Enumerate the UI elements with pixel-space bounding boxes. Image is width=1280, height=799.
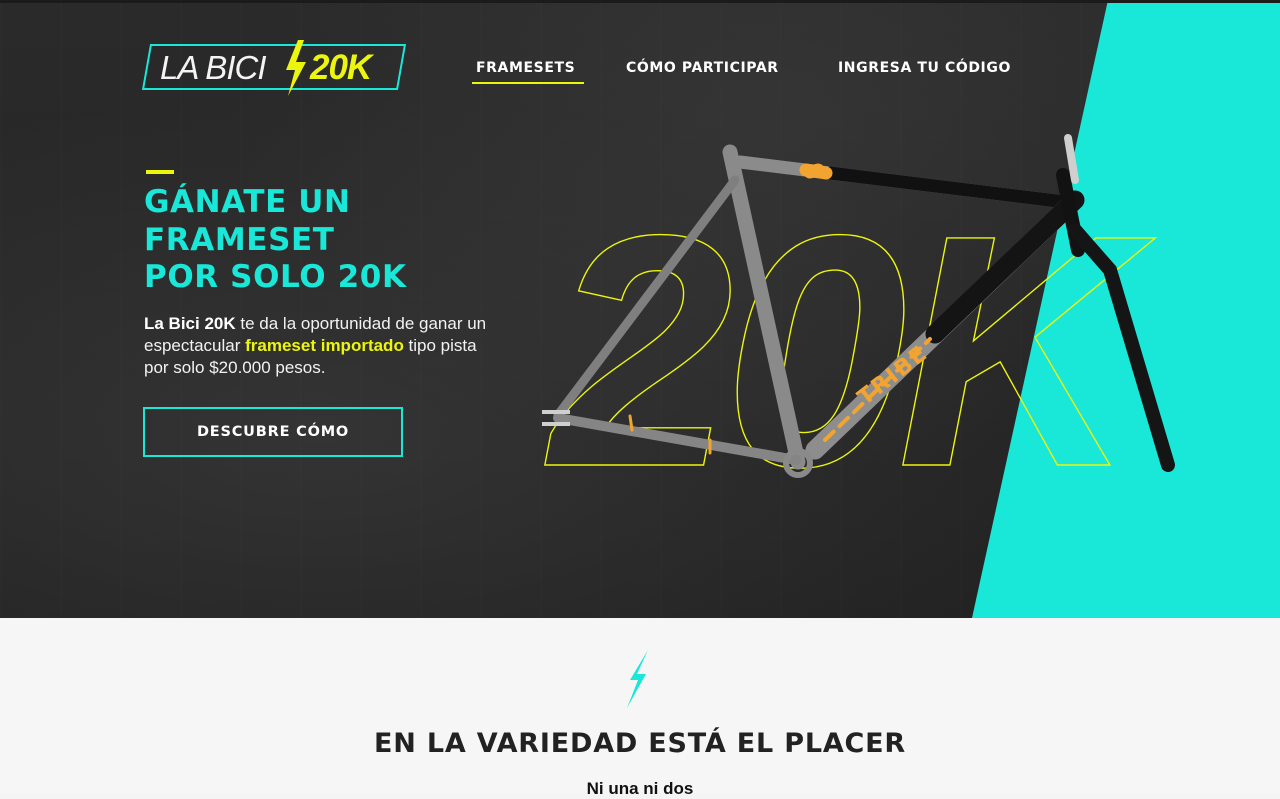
nav-label: FRAMESETS [476,60,576,76]
logo-bolt-icon [286,40,306,96]
hero-intro-text: La Bici 20K te da la oportunidad de gana… [144,313,504,379]
nav-item-como-participar[interactable]: CÓMO PARTICIPAR [626,60,779,76]
logo-number: 20K [310,48,372,87]
nav-label: CÓMO PARTICIPAR [626,60,779,76]
intro-highlight: frameset importado [245,336,404,355]
intro-brand: La Bici 20K [144,314,236,333]
site-logo[interactable]: LA BICI 20K [141,40,407,96]
hero-banner: 20K TRIBE LA BICI 20K FRAMESETS CÓMO PAR… [0,0,1280,618]
nav-item-framesets[interactable]: FRAMESETS [472,60,584,84]
top-edge [0,0,1280,3]
headline-line: GÁNATE UN [144,184,351,220]
discover-how-button[interactable]: DESCUBRE CÓMO [143,407,403,457]
cta-label: DESCUBRE CÓMO [196,424,350,440]
headline-accent-bar [146,170,174,174]
logo-text: LA BICI [160,49,266,86]
frameset-image: 20K TRIBE [542,134,1175,500]
variety-section: EN LA VARIEDAD ESTÁ EL PLACER Ni una ni … [0,618,1280,798]
nav-item-ingresa-tu-codigo[interactable]: INGRESA TU CÓDIGO [838,60,1011,76]
headline-line: FRAMESET [144,221,335,258]
section-title: EN LA VARIEDAD ESTÁ EL PLACER [374,728,906,759]
lightning-bolt-icon [627,650,648,708]
nav-label: INGRESA TU CÓDIGO [838,60,1011,76]
nav-active-underline [472,82,584,84]
hero-headline: GÁNATE UN FRAMESET POR SOLO 20K [144,184,524,297]
section-subtitle: Ni una ni dos [586,779,694,798]
headline-line: POR SOLO 20K [144,259,407,295]
